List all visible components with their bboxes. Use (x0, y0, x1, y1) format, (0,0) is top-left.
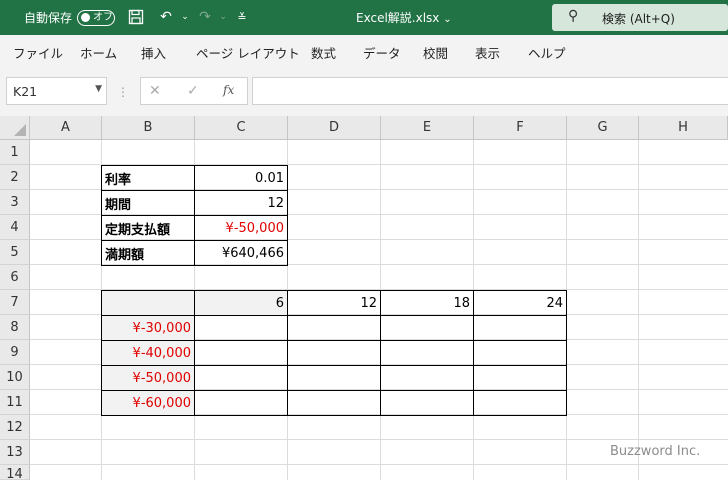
column-header-f[interactable]: F (474, 116, 567, 140)
row-header-8[interactable]: 8 (0, 315, 30, 340)
tab-insert[interactable]: 挿入 (141, 43, 166, 62)
select-all-icon (14, 124, 26, 136)
param-label-payment[interactable]: 定期支払額 (101, 215, 195, 241)
tab-review[interactable]: 校閲 (423, 43, 448, 62)
redo-icon[interactable]: ↷ (195, 7, 215, 27)
param-value-period[interactable]: 12 (194, 190, 288, 216)
param-label-period[interactable]: 期間 (101, 190, 195, 216)
name-box-value: K21 (13, 84, 38, 99)
autosave-label: 自動保存 (24, 11, 73, 25)
formula-input[interactable] (252, 77, 728, 105)
toggle-label: オフ (93, 12, 113, 23)
param-value-rate[interactable]: 0.01 (194, 165, 288, 191)
search-icon: ⚲ (568, 8, 579, 24)
param-value-maturity[interactable]: ¥640,466 (194, 240, 288, 266)
table-cell[interactable] (287, 365, 381, 391)
insert-function-icon[interactable]: fx (223, 83, 234, 97)
watermark: Buzzword Inc. (610, 444, 701, 459)
table-cell[interactable] (194, 390, 288, 416)
customize-icon[interactable]: ≚ (232, 7, 252, 27)
row-header-3[interactable]: 3 (0, 190, 30, 215)
worksheet-grid[interactable]: A B C D E F G H 1 2 3 4 5 6 7 8 9 10 11 … (0, 116, 728, 482)
chevron-down-icon: ⌄ (443, 14, 452, 25)
table-row-header[interactable]: ¥-40,000 (101, 340, 195, 366)
chevron-down-icon[interactable]: ▼ (95, 84, 102, 94)
row-header-12[interactable]: 12 (0, 415, 30, 440)
table-header-cell[interactable]: 24 (473, 290, 567, 316)
select-all-button[interactable] (0, 116, 30, 140)
row-header-4[interactable]: 4 (0, 215, 30, 240)
ribbon-tabs: ファイル ホーム 挿入 ページ レイアウト 数式 データ 校閲 表示 ヘルプ (0, 35, 728, 68)
row-header-14[interactable]: 14 (0, 465, 30, 482)
row-header-13[interactable]: 13 (0, 440, 30, 465)
undo-icon[interactable]: ↶ (156, 7, 176, 27)
row-header-7[interactable]: 7 (0, 290, 30, 315)
param-label-rate[interactable]: 利率 (101, 165, 195, 191)
file-name-text: Excel解説.xlsx (356, 11, 440, 25)
table-header-cell[interactable]: 12 (287, 290, 381, 316)
formula-bar: K21 ▼ ⋮ ✕ ✓ fx (0, 68, 728, 116)
column-header-b[interactable]: B (102, 116, 195, 140)
table-cell[interactable] (194, 315, 288, 341)
table-header-cell[interactable]: 18 (380, 290, 474, 316)
save-icon[interactable] (126, 7, 146, 27)
row-header-5[interactable]: 5 (0, 240, 30, 265)
search-box[interactable]: ⚲ 検索 (Alt+Q) (552, 4, 728, 31)
file-name[interactable]: Excel解説.xlsx ⌄ (356, 9, 452, 26)
column-header-c[interactable]: C (195, 116, 288, 140)
gridline (30, 439, 728, 440)
param-label-maturity[interactable]: 満期額 (101, 240, 195, 266)
column-header-e[interactable]: E (381, 116, 474, 140)
tab-page-layout[interactable]: ページ レイアウト (196, 43, 300, 62)
autosave-toggle[interactable]: オフ (77, 10, 115, 26)
gridline (638, 140, 639, 480)
row-header-11[interactable]: 11 (0, 390, 30, 415)
tab-data[interactable]: データ (363, 43, 401, 62)
table-cell[interactable] (287, 315, 381, 341)
redo-dropdown-icon[interactable]: ⌄ (213, 7, 233, 27)
table-cell[interactable] (380, 315, 474, 341)
table-cell[interactable] (473, 315, 567, 341)
table-cell[interactable] (473, 365, 567, 391)
tab-home[interactable]: ホーム (80, 43, 117, 62)
row-header-10[interactable]: 10 (0, 365, 30, 390)
formula-buttons: ✕ ✓ fx (140, 77, 248, 105)
undo-dropdown-icon[interactable]: ⌄ (175, 7, 195, 27)
table-cell[interactable] (380, 365, 474, 391)
row-header-6[interactable]: 6 (0, 265, 30, 290)
tab-help[interactable]: ヘルプ (528, 43, 566, 62)
table-row-header[interactable]: ¥-50,000 (101, 365, 195, 391)
row-header-1[interactable]: 1 (0, 140, 30, 165)
table-cell[interactable] (473, 340, 567, 366)
column-header-d[interactable]: D (288, 116, 381, 140)
column-header-h[interactable]: H (639, 116, 728, 140)
table-row-header[interactable]: ¥-30,000 (101, 315, 195, 341)
name-box[interactable]: K21 ▼ (6, 77, 107, 105)
table-cell[interactable] (380, 340, 474, 366)
table-header-cell[interactable]: 6 (194, 290, 288, 316)
table-cell[interactable] (380, 390, 474, 416)
gridline (30, 464, 728, 465)
table-cell[interactable] (194, 365, 288, 391)
title-bar: 自動保存 オフ ↶ ⌄ ↷ ⌄ ≚ Excel解説.xlsx ⌄ ⚲ 検索 (A… (0, 0, 728, 35)
search-label: 検索 (Alt+Q) (602, 12, 675, 26)
tab-file[interactable]: ファイル (13, 43, 63, 62)
enter-icon[interactable]: ✓ (187, 83, 199, 99)
table-cell[interactable] (473, 390, 567, 416)
table-cell[interactable] (287, 340, 381, 366)
cancel-icon[interactable]: ✕ (149, 83, 161, 99)
tab-view[interactable]: 表示 (475, 43, 500, 62)
column-header-a[interactable]: A (30, 116, 102, 140)
table-corner-cell[interactable] (101, 290, 195, 316)
row-header-2[interactable]: 2 (0, 165, 30, 190)
param-value-payment[interactable]: ¥-50,000 (194, 215, 288, 241)
table-cell[interactable] (287, 390, 381, 416)
more-icon[interactable]: ⋮ (117, 85, 129, 99)
column-header-g[interactable]: G (567, 116, 639, 140)
row-header-9[interactable]: 9 (0, 340, 30, 365)
toggle-knob (81, 13, 90, 22)
tab-formulas[interactable]: 数式 (311, 43, 336, 62)
table-cell[interactable] (194, 340, 288, 366)
table-row-header[interactable]: ¥-60,000 (101, 390, 195, 416)
